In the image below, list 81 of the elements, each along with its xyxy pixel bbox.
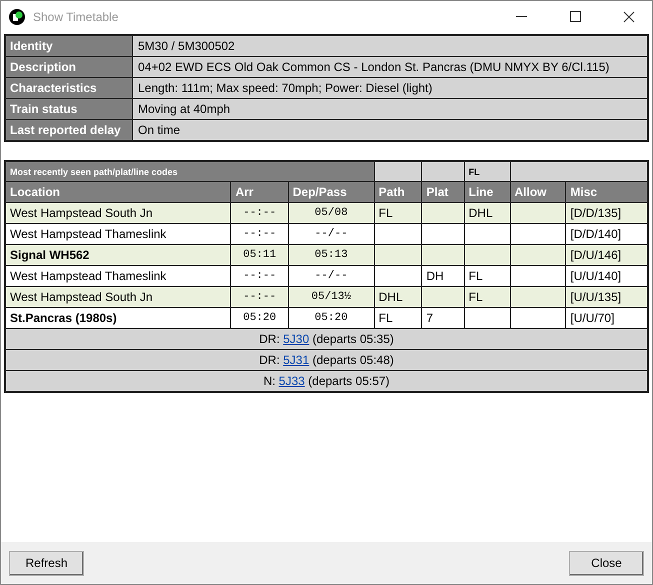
column-header: Plat xyxy=(422,182,464,202)
table-cell xyxy=(510,244,566,266)
service-link[interactable]: 5J30 xyxy=(283,332,310,346)
table-cell: DH xyxy=(422,266,464,286)
column-header: Allow xyxy=(510,182,566,202)
minimize-icon xyxy=(516,16,526,17)
table-cell: FL xyxy=(374,202,422,224)
table-cell xyxy=(422,202,464,224)
line-code: FL xyxy=(464,161,510,182)
table-cell: --:-- xyxy=(230,202,288,224)
table-cell xyxy=(510,308,566,328)
table-cell xyxy=(464,244,510,266)
table-cell xyxy=(422,286,464,308)
column-header: Arr xyxy=(230,182,288,202)
table-cell: [U/U/70] xyxy=(566,308,648,328)
detail-value: Moving at 40mph xyxy=(132,98,648,120)
column-header: Location xyxy=(5,182,231,202)
service-link[interactable]: 5J31 xyxy=(283,353,310,367)
table-cell: 7 xyxy=(422,308,464,328)
detail-label: Description xyxy=(5,56,132,78)
table-cell: --:-- xyxy=(230,286,288,308)
table-cell: [U/U/135] xyxy=(566,286,648,308)
table-cell xyxy=(374,244,422,266)
detail-label: Characteristics xyxy=(5,78,132,98)
codes-title: Most recently seen path/plat/line codes xyxy=(5,161,374,182)
column-header: Dep/Pass xyxy=(288,182,374,202)
table-cell: [D/U/146] xyxy=(566,244,648,266)
table-cell: St.Pancras (1980s) xyxy=(5,308,231,328)
table-cell xyxy=(374,266,422,286)
table-cell: --/-- xyxy=(288,266,374,286)
detail-value: 04+02 EWD ECS Old Oak Common CS - London St. Pancras (DMU NMYX BY 6/Cl.115) xyxy=(132,56,648,78)
table-cell: FL xyxy=(374,308,422,328)
detail-value: 5M30 / 5M300502 xyxy=(132,35,648,56)
table-cell: 05/08 xyxy=(288,202,374,224)
table-cell xyxy=(510,224,566,244)
table-cell: FL xyxy=(464,266,510,286)
table-cell: FL xyxy=(464,286,510,308)
table-cell: --:-- xyxy=(230,266,288,286)
table-cell: [D/D/140] xyxy=(566,224,648,244)
onward-service-text: DR: 5J31 (departs 05:48) xyxy=(5,350,648,370)
refresh-button[interactable]: Refresh xyxy=(9,550,84,576)
table-cell: [D/D/135] xyxy=(566,202,648,224)
table-cell: Signal WH562 xyxy=(5,244,231,266)
table-cell: --/-- xyxy=(288,224,374,244)
table-cell xyxy=(510,266,566,286)
table-cell xyxy=(464,224,510,244)
close-icon xyxy=(623,10,635,22)
table-cell: [U/U/140] xyxy=(566,266,648,286)
table-cell: West Hampstead Thameslink xyxy=(5,224,231,244)
table-cell xyxy=(510,286,566,308)
detail-label: Last reported delay xyxy=(5,120,132,141)
detail-label: Train status xyxy=(5,98,132,120)
table-cell: West Hampstead Thameslink xyxy=(5,266,231,286)
app-icon xyxy=(9,8,25,24)
detail-value: On time xyxy=(132,120,648,141)
table-cell xyxy=(510,202,566,224)
detail-value: Length: 111m; Max speed: 70mph; Power: Diesel (light) xyxy=(132,78,648,98)
table-cell: 05/13½ xyxy=(288,286,374,308)
table-cell: 05:20 xyxy=(230,308,288,328)
detail-label: Identity xyxy=(5,35,132,56)
service-link[interactable]: 5J33 xyxy=(278,374,305,388)
onward-service-text: DR: 5J30 (departs 05:35) xyxy=(5,328,648,350)
table-cell: West Hampstead South Jn xyxy=(5,202,231,224)
table-cell xyxy=(374,224,422,244)
table-cell: West Hampstead South Jn xyxy=(5,286,231,308)
table-cell: DHL xyxy=(464,202,510,224)
table-cell: 05:20 xyxy=(288,308,374,328)
close-dialog-button[interactable]: Close xyxy=(569,550,644,576)
column-header: Line xyxy=(464,182,510,202)
onward-service-text: N: 5J33 (departs 05:57) xyxy=(5,370,648,392)
table-cell xyxy=(422,224,464,244)
table-cell xyxy=(464,308,510,328)
maximize-icon xyxy=(570,11,580,22)
window-title: Show Timetable xyxy=(33,10,120,24)
column-header: Path xyxy=(374,182,422,202)
table-cell: 05:11 xyxy=(230,244,288,266)
table-cell: DHL xyxy=(374,286,422,308)
table-cell xyxy=(422,244,464,266)
column-header: Misc xyxy=(566,182,648,202)
table-cell: --:-- xyxy=(230,224,288,244)
table-cell: 05:13 xyxy=(288,244,374,266)
